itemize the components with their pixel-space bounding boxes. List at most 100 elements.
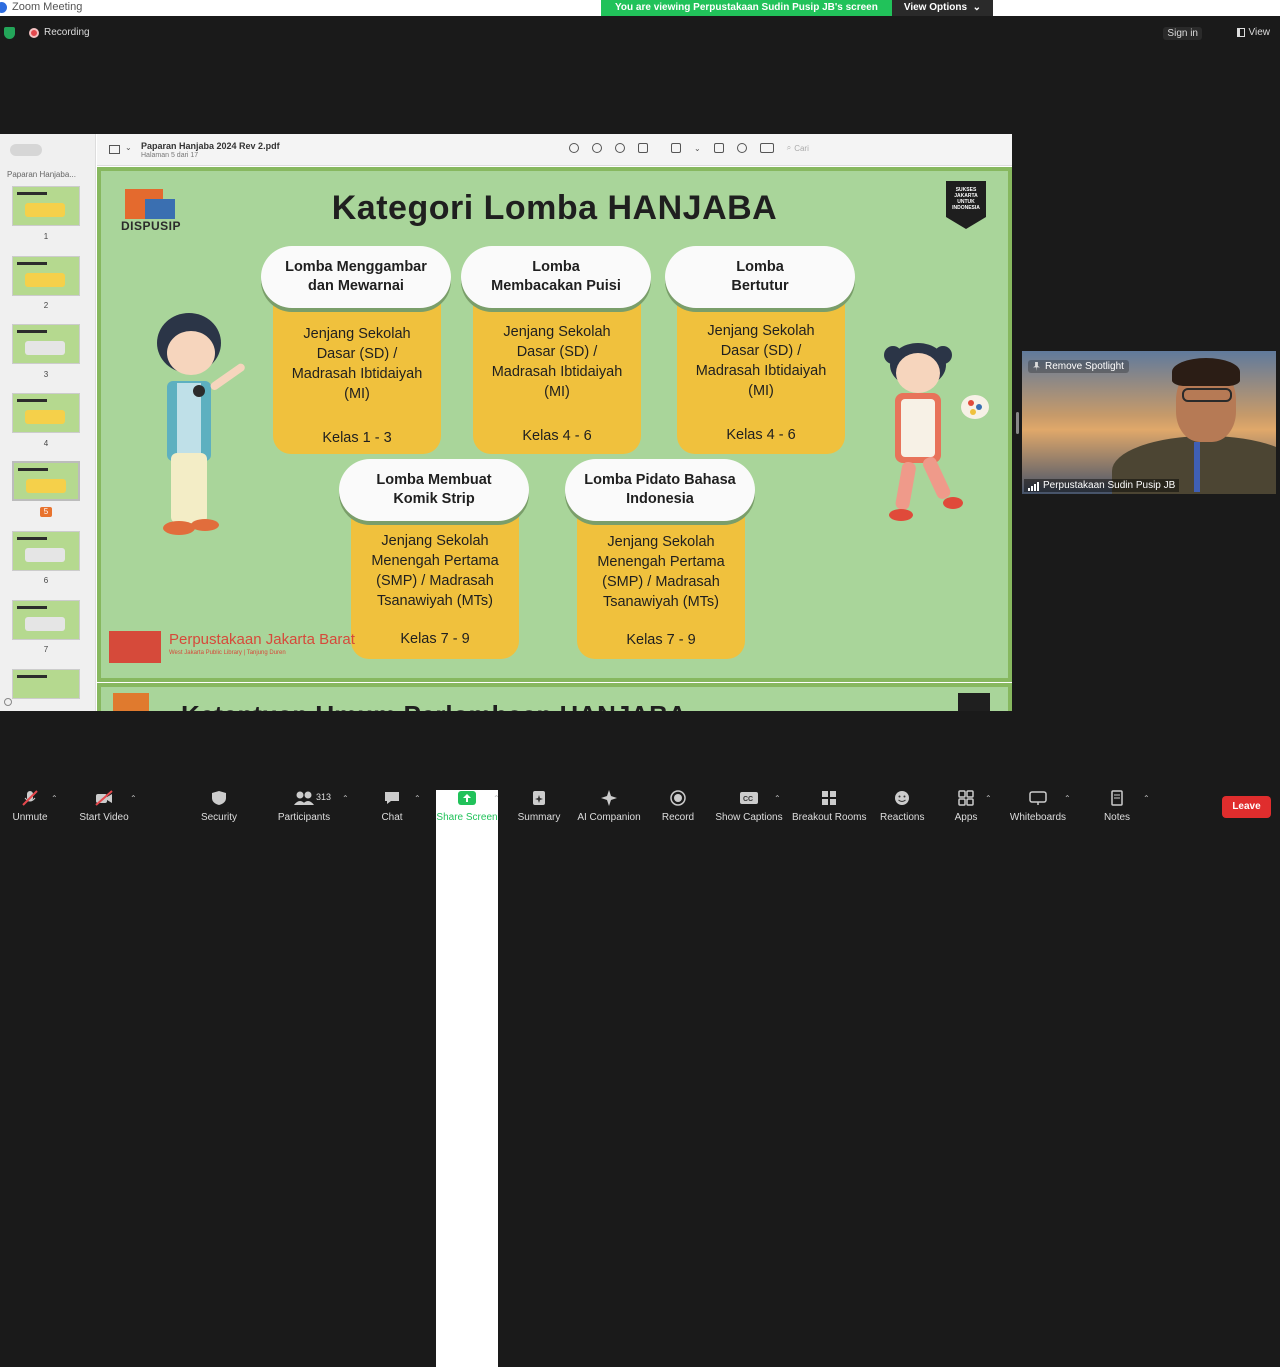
leave-button[interactable]: Leave [1222, 796, 1271, 818]
record-button[interactable]: Record [660, 790, 696, 823]
notes-button[interactable]: Notes [1100, 790, 1134, 823]
view-icon [1236, 28, 1245, 37]
annotate-icon[interactable] [736, 143, 747, 153]
shared-screen: Paparan Hanjaba... 1 2 3 4 5 6 7 ⌄ Papar… [0, 134, 1012, 711]
unmute-button[interactable]: Unmute [11, 790, 49, 823]
category-card-5: Jenjang Sekolah Menengah Pertama (SMP) /… [565, 459, 755, 659]
info-icon[interactable] [569, 143, 579, 153]
page-thumbnail-8[interactable] [12, 669, 80, 699]
chat-button[interactable]: Chat [374, 790, 410, 823]
card-body-3: Jenjang Sekolah Dasar (SD) / Madrasah Ib… [677, 286, 845, 454]
window-title: Zoom Meeting [12, 1, 83, 13]
zoom-out-icon[interactable] [592, 143, 602, 153]
markup-chevron-icon[interactable]: ⌄ [694, 144, 701, 153]
summary-button[interactable]: Summary [515, 790, 563, 823]
whiteboards-chevron-icon[interactable]: ⌃ [1064, 794, 1071, 803]
security-button[interactable]: Security [200, 790, 238, 823]
card-title-4: Lomba Membuat Komik Strip [339, 459, 529, 521]
view-options-button[interactable]: View Options ⌄ [891, 0, 993, 16]
card-title-3: Lomba Bertutur [665, 246, 855, 308]
card-body-2: Jenjang Sekolah Dasar (SD) / Madrasah Ib… [473, 286, 641, 454]
participant-video-tile[interactable]: Remove Spotlight Perpustakaan Sudin Pusi… [1022, 351, 1276, 494]
chevron-down-icon[interactable]: ⌄ [125, 143, 132, 152]
page-number-5-selected: 5 [40, 507, 52, 517]
show-captions-label: Show Captions [715, 812, 783, 823]
search-field[interactable]: ⌕ Cari [787, 143, 809, 153]
zoom-in-icon[interactable] [615, 143, 625, 153]
chat-label: Chat [381, 812, 403, 823]
card-title-2: Lomba Membacakan Puisi [461, 246, 651, 308]
page-number-3: 3 [43, 370, 49, 379]
page-thumbnail-5[interactable] [12, 461, 80, 501]
participants-chevron-icon[interactable]: ⌃ [342, 794, 349, 803]
recording-label: Recording [44, 27, 90, 38]
apps-button[interactable]: Apps [950, 790, 982, 823]
reactions-button[interactable]: Reactions [880, 790, 924, 823]
record-label: Record [661, 812, 695, 823]
rotate-icon[interactable] [713, 143, 724, 153]
page-number-4: 4 [43, 439, 49, 448]
share-icon[interactable] [638, 143, 648, 153]
apps-chevron-icon[interactable]: ⌃ [985, 794, 992, 803]
show-captions-button[interactable]: CC Show Captions [715, 790, 783, 823]
chat-chevron-icon[interactable]: ⌃ [414, 794, 421, 803]
sidebar-add-icon[interactable] [4, 698, 12, 706]
ai-companion-button[interactable]: AI Companion [576, 790, 642, 823]
share-screen-button[interactable]: Share Screen [436, 790, 498, 1367]
notes-label: Notes [1103, 812, 1131, 823]
page-thumbnail-7[interactable] [12, 600, 80, 640]
card-level-3: Jenjang Sekolah Dasar (SD) / Madrasah Ib… [695, 323, 827, 399]
unmute-label: Unmute [12, 812, 48, 823]
participants-count: 313 [316, 792, 332, 802]
view-options-label: View Options [903, 2, 968, 13]
markup-pen-icon[interactable] [671, 143, 681, 153]
view-button[interactable]: View [1236, 27, 1270, 38]
chat-icon [385, 792, 399, 804]
pdf-slide-page: DISPUSIP SUKSES JAKARTA UNTUK INDONESIA … [97, 167, 1012, 682]
breakout-rooms-label: Breakout Rooms [792, 812, 867, 823]
meeting-controls: Unmute ⌃ Start Video ⌃ Security Particip… [0, 782, 1280, 1367]
page-thumbnail-2[interactable] [12, 256, 80, 296]
whiteboards-button[interactable]: Whiteboards [1008, 790, 1068, 823]
boy-with-microphone-illustration [157, 313, 245, 535]
microphone-muted-icon [22, 790, 38, 806]
whiteboard-icon [1029, 791, 1047, 805]
sidebar-view-icon[interactable] [109, 145, 120, 154]
video-options-chevron-icon[interactable]: ⌃ [130, 794, 137, 803]
breakout-rooms-button[interactable]: Breakout Rooms [792, 790, 866, 823]
signal-strength-icon [1028, 482, 1039, 491]
girl-with-palette-illustration [884, 343, 989, 521]
card-grade-3: Kelas 4 - 6 [726, 427, 796, 443]
sparkle-icon [601, 790, 617, 806]
panel-resize-handle[interactable] [1016, 412, 1019, 434]
sign-in-button[interactable]: Sign in [1163, 27, 1202, 40]
encryption-shield-icon[interactable] [4, 27, 15, 39]
summary-label: Summary [517, 812, 561, 823]
captions-chevron-icon[interactable]: ⌃ [774, 794, 781, 803]
remove-spotlight-button[interactable]: Remove Spotlight [1028, 360, 1129, 373]
category-card-1: Jenjang Sekolah Dasar (SD) / Madrasah Ib… [261, 246, 451, 456]
sidebar-toggle-button[interactable] [10, 144, 42, 156]
participants-label: Participants [277, 812, 331, 823]
participant-name: Perpustakaan Sudin Pusip JB [1043, 480, 1176, 491]
card-body-4: Jenjang Sekolah Menengah Pertama (SMP) /… [351, 499, 519, 659]
notes-chevron-icon[interactable]: ⌃ [1143, 794, 1150, 803]
card-grade-1: Kelas 1 - 3 [322, 430, 392, 446]
recording-indicator[interactable]: Recording [29, 27, 90, 38]
form-icon[interactable] [759, 143, 774, 153]
page-thumbnail-1[interactable] [12, 186, 80, 226]
meeting-top-bar: Recording Sign in View [0, 16, 1280, 50]
viewing-message: You are viewing Perpustakaan Sudin Pusip… [601, 0, 892, 16]
apps-icon [958, 790, 974, 806]
card-level-4: Jenjang Sekolah Menengah Pertama (SMP) /… [371, 533, 499, 609]
page-thumbnail-3[interactable] [12, 324, 80, 364]
share-chevron-icon[interactable]: ⌃ [493, 794, 500, 803]
search-placeholder: Cari [794, 143, 809, 153]
page-thumbnail-6[interactable] [12, 531, 80, 571]
camera-off-icon [95, 790, 113, 806]
audio-options-chevron-icon[interactable]: ⌃ [51, 794, 58, 803]
start-video-button[interactable]: Start Video [78, 790, 130, 823]
page-thumbnail-4[interactable] [12, 393, 80, 433]
category-card-2: Jenjang Sekolah Dasar (SD) / Madrasah Ib… [461, 246, 651, 456]
card-level-1: Jenjang Sekolah Dasar (SD) / Madrasah Ib… [291, 326, 423, 402]
